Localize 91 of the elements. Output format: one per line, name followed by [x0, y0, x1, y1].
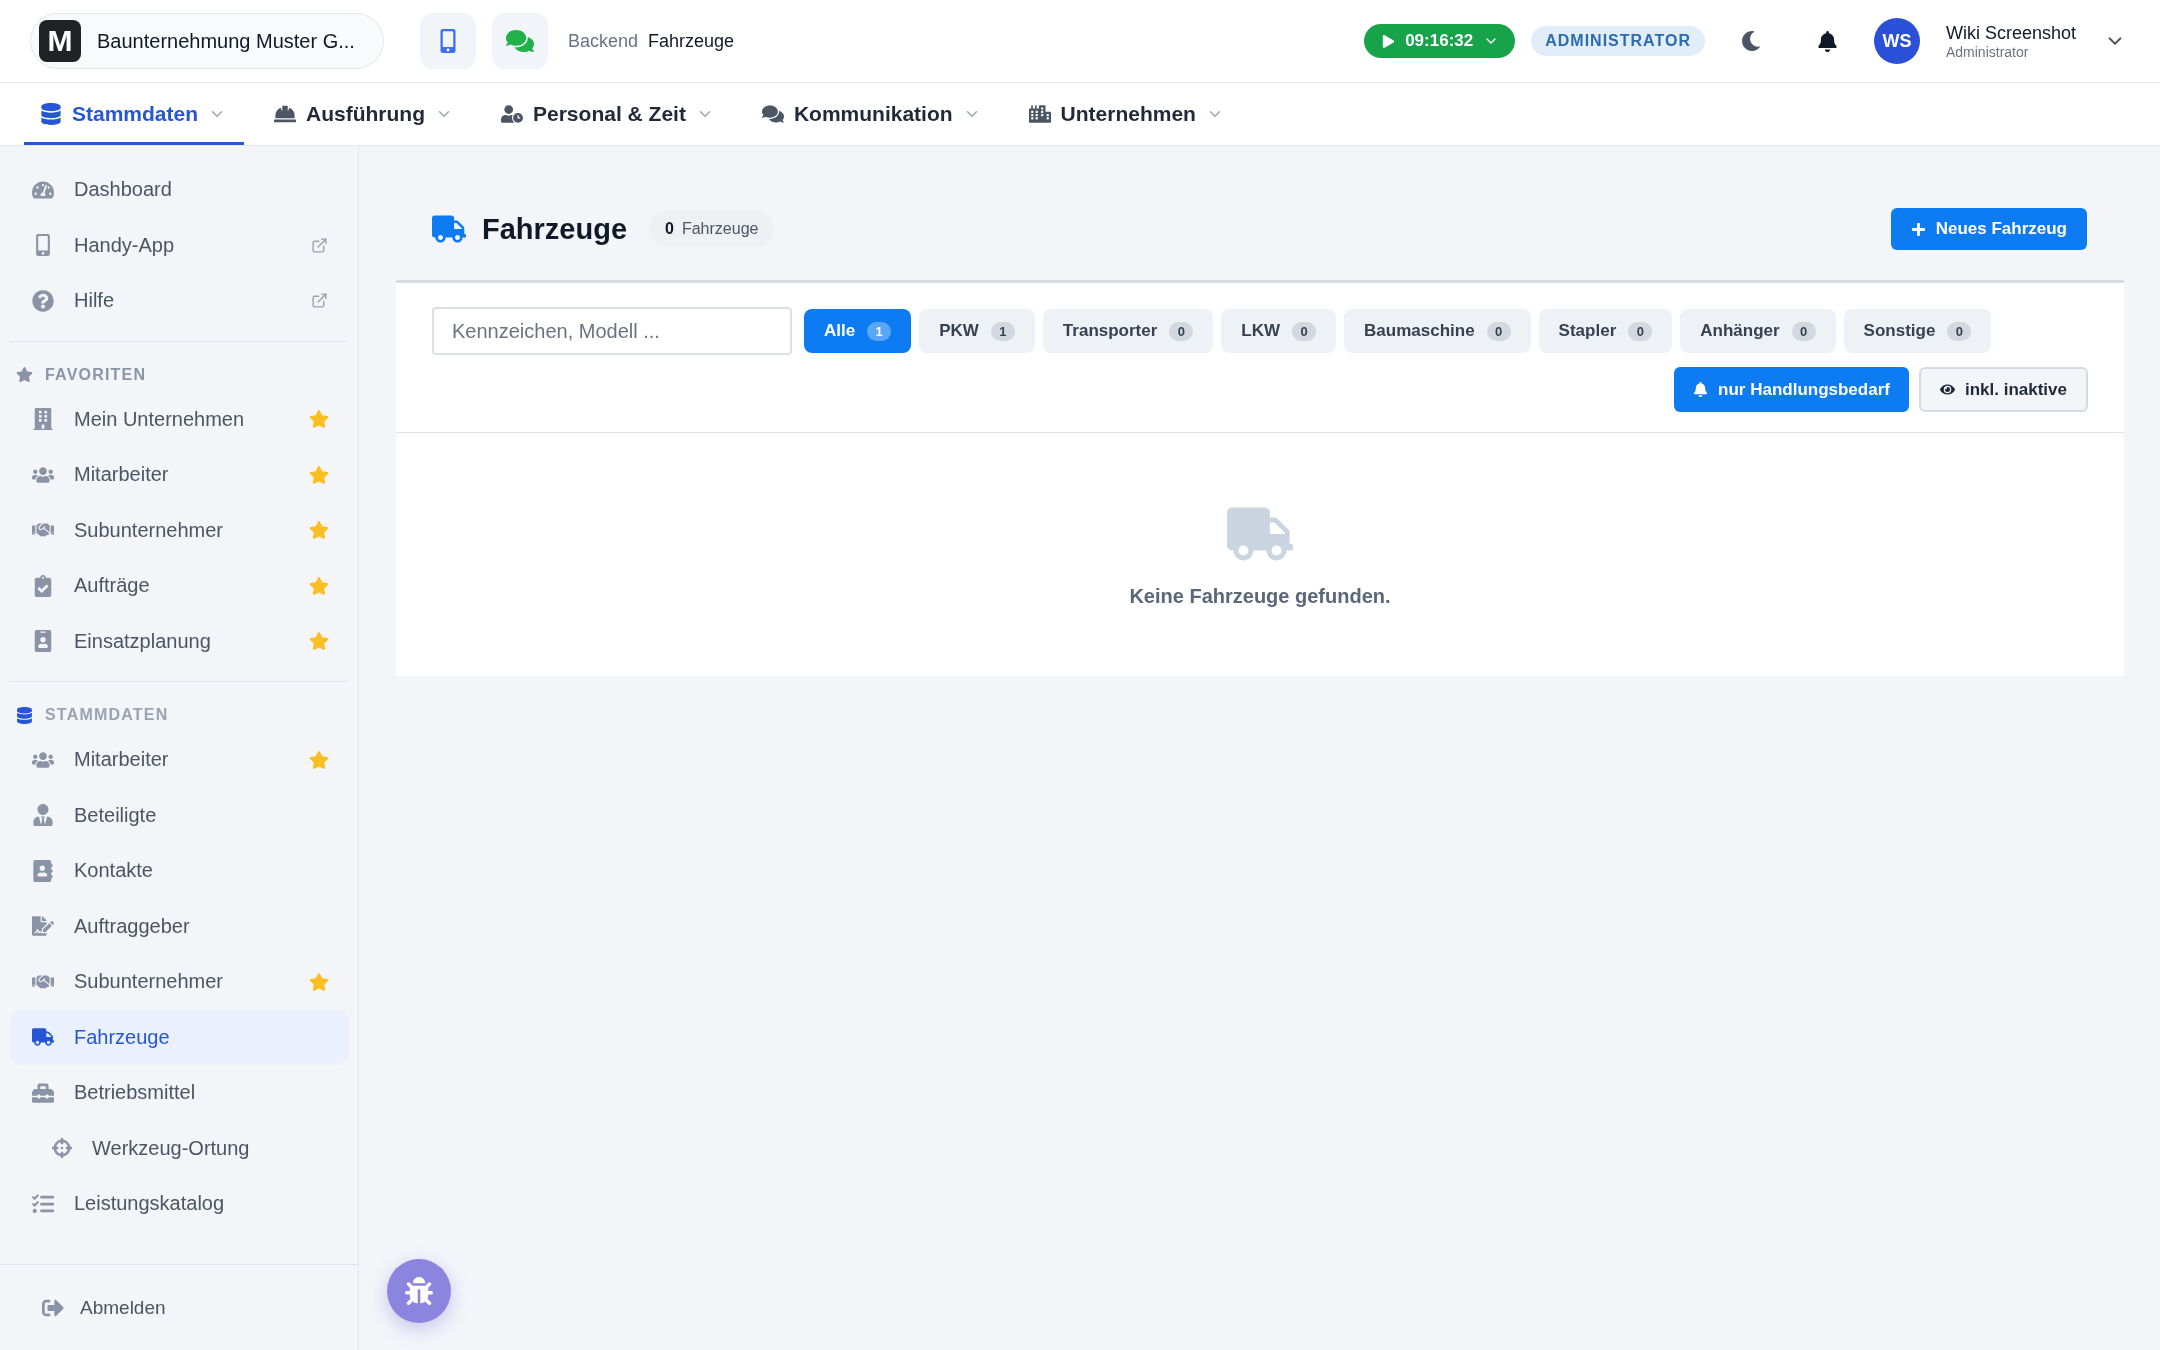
sidebar-item[interactable]: Auftraggeber — [10, 898, 349, 954]
crosshair-icon — [52, 1138, 72, 1159]
chat-button[interactable] — [492, 13, 548, 69]
sidebar-item[interactable]: Subunternehmer — [10, 502, 349, 558]
section-heading: FAVORITEN — [45, 365, 147, 384]
toolbox-icon — [32, 1081, 54, 1104]
filter-chip[interactable]: Stapler 0 — [1538, 309, 1673, 353]
filter-toggle[interactable]: inkl. inaktive — [1918, 367, 2088, 412]
checklist-icon — [32, 1192, 54, 1215]
star-icon[interactable] — [309, 749, 329, 770]
user-role: Administrator — [1945, 43, 2030, 60]
signature-icon — [32, 915, 54, 938]
star-icon[interactable] — [309, 971, 329, 992]
nav-tab[interactable]: Ausführung — [258, 83, 471, 145]
star-icon[interactable] — [309, 575, 329, 596]
plus-icon — [1910, 221, 1926, 237]
sidebar-item[interactable]: Beteiligte — [10, 787, 349, 843]
nav-tab[interactable]: Personal & Zeit — [485, 83, 732, 145]
sidebar-item[interactable]: Mitarbeiter — [10, 447, 349, 503]
sidebar-item[interactable]: Fahrzeuge — [10, 1009, 349, 1065]
database-icon — [40, 103, 62, 125]
sidebar-item[interactable]: Betriebsmittel — [10, 1065, 349, 1121]
star-icon[interactable] — [309, 464, 329, 485]
star-icon[interactable] — [309, 520, 329, 541]
count-badge: 0 — [1486, 321, 1511, 341]
bell-icon — [1693, 382, 1709, 397]
count-badge: 0 — [1169, 321, 1194, 341]
empty-message: Keine Fahrzeuge gefunden. — [1129, 585, 1391, 608]
count-badge: 0 — [1947, 321, 1972, 341]
count-badge: 1 — [990, 321, 1015, 341]
sidebar-item[interactable]: Hilfe — [10, 273, 349, 329]
star-icon[interactable] — [309, 631, 329, 652]
sidebar-item[interactable]: Subunternehmer — [10, 954, 349, 1010]
user-name: Wiki Screenshot — [1945, 22, 2076, 44]
section-heading: STAMMDATEN — [45, 706, 169, 724]
sidebar-item[interactable]: Mitarbeiter — [10, 732, 349, 788]
sidebar-item[interactable]: Kontakte — [10, 843, 349, 899]
mobile-app-button[interactable] — [420, 13, 476, 69]
hard-hat-icon — [274, 103, 297, 125]
truck-icon — [432, 212, 466, 246]
sidebar-item[interactable]: Einsatzplanung — [10, 613, 349, 669]
logo: M — [39, 20, 81, 62]
filter-toggle[interactable]: nur Handlungsbedarf — [1674, 367, 1909, 412]
role-badge: ADMINISTRATOR — [1531, 26, 1705, 56]
building-icon — [32, 408, 54, 431]
breadcrumb-item[interactable]: Backend — [568, 30, 639, 52]
nav-tab[interactable]: Unternehmen — [1012, 83, 1242, 145]
count-badge: 0 — [1292, 321, 1317, 341]
count-badge: 0 — [1628, 321, 1653, 341]
filter-chip[interactable]: PKW 1 — [919, 309, 1035, 353]
sidebar-item[interactable]: Dashboard — [10, 162, 349, 218]
bug-report-button[interactable] — [387, 1259, 451, 1323]
count-badge: 0 — [1791, 321, 1816, 341]
address-book-icon — [32, 859, 54, 882]
clipboard-check-icon — [32, 574, 54, 597]
filter-chip[interactable]: LKW 0 — [1221, 309, 1337, 353]
new-vehicle-button[interactable]: Neues Fahrzeug — [1890, 208, 2087, 250]
filter-chip[interactable]: Sonstige 0 — [1843, 309, 1992, 353]
user-avatar[interactable]: WS — [1873, 18, 1920, 64]
breadcrumb-item: Fahrzeuge — [648, 30, 735, 52]
nav-tab[interactable]: Kommunikation — [745, 83, 999, 145]
eye-icon — [1939, 382, 1955, 397]
sidebar-item[interactable]: Aufträge — [10, 558, 349, 614]
sidebar-item[interactable]: Leistungskatalog — [10, 1176, 349, 1232]
sidebar-item[interactable]: Handy-App — [10, 217, 349, 273]
bell-icon — [1816, 30, 1838, 52]
user-tie-icon — [32, 804, 54, 827]
filter-chip[interactable]: Baumaschine 0 — [1344, 309, 1531, 353]
count-number: 0 — [665, 220, 674, 238]
city-icon — [1028, 103, 1051, 125]
moon-icon — [1740, 31, 1761, 51]
company-selector[interactable]: M Baunternehmung Muster G... — [30, 13, 384, 69]
help-icon — [32, 289, 54, 312]
count-badge: 1 — [867, 321, 892, 341]
logout-button[interactable]: Abmelden — [42, 1296, 166, 1319]
chat-icon — [761, 103, 784, 125]
filter-chip[interactable]: Anhänger 0 — [1680, 309, 1836, 353]
filter-chip[interactable]: Alle 1 — [804, 309, 912, 353]
page-title: Fahrzeuge — [482, 212, 628, 246]
bug-icon — [405, 1277, 433, 1305]
chat-icon — [506, 27, 534, 55]
badge-icon — [32, 630, 54, 653]
sidebar-item[interactable]: Mein Unternehmen — [10, 391, 349, 447]
user-clock-icon — [501, 103, 523, 125]
truck-icon — [32, 1026, 54, 1049]
count-label: Fahrzeuge — [681, 220, 759, 238]
search-field[interactable]: Kennzeichen, Modell ... — [432, 307, 792, 355]
sidebar-item[interactable]: Werkzeug-Ortung — [10, 1120, 349, 1176]
play-icon — [1382, 34, 1396, 48]
star-icon[interactable] — [309, 409, 329, 430]
filter-chip[interactable]: Transporter 0 — [1042, 309, 1214, 353]
